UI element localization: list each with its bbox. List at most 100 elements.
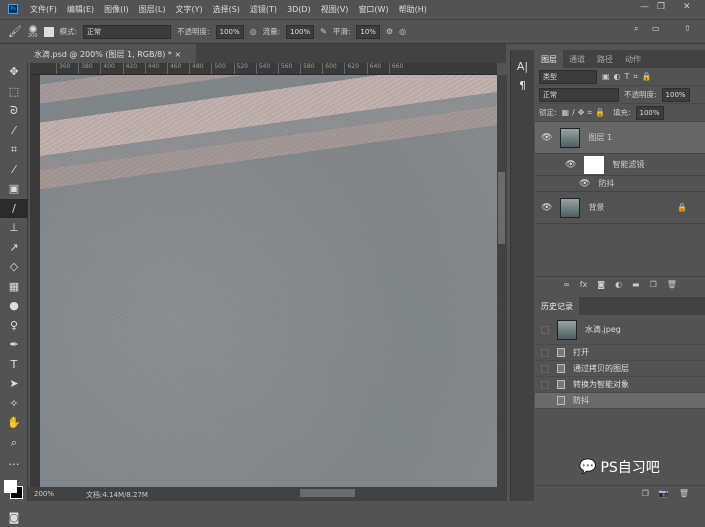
healing-brush-tool-icon[interactable]: ▣	[0, 179, 28, 199]
adjustment-icon[interactable]: ◐	[615, 280, 622, 289]
checkbox[interactable]	[541, 365, 549, 373]
filter-icons[interactable]: ▣◐T⌗🔒	[602, 72, 656, 82]
folder-icon[interactable]: ▬	[632, 280, 640, 289]
smooth-field[interactable]: 10%	[356, 25, 380, 39]
lasso-tool-icon[interactable]: ᘐ	[0, 101, 28, 121]
brush-settings-icon[interactable]	[44, 27, 54, 37]
history-item[interactable]: 通过拷贝的图层	[535, 361, 705, 377]
fx-icon[interactable]: fx	[580, 280, 588, 289]
eyedropper-tool-icon[interactable]: ⁄	[0, 160, 28, 180]
lock-icon: 🔒	[677, 203, 687, 212]
zoom-level[interactable]: 200%	[34, 490, 54, 498]
eye-icon[interactable]: 👁	[541, 203, 552, 213]
trash-icon[interactable]: 🗑	[679, 489, 689, 498]
tab-channels[interactable]: 通道	[563, 50, 591, 68]
menu-layer[interactable]: 图层(L)	[139, 4, 166, 15]
menu-3d[interactable]: 3D(D)	[287, 5, 311, 14]
type-tool-icon[interactable]: T	[0, 355, 28, 375]
history-item[interactable]: 转换为智能对象	[535, 377, 705, 393]
layer-row[interactable]: 👁背景🔒	[535, 192, 705, 224]
close-tab-button[interactable]: ×	[174, 50, 181, 59]
flow-field[interactable]: 100%	[286, 25, 314, 39]
dodge-tool-icon[interactable]: ♀	[0, 316, 28, 336]
history-brush-tool-icon[interactable]: ↗	[0, 238, 28, 258]
filter-row[interactable]: 👁防抖	[535, 176, 705, 192]
shape-tool-icon[interactable]: ✧	[0, 394, 28, 414]
move-tool-icon[interactable]: ✥	[0, 62, 28, 82]
eye-icon[interactable]: 👁	[565, 160, 576, 170]
magic-wand-tool-icon[interactable]: ⁄	[0, 121, 28, 141]
layer-filter-select[interactable]: 类型	[539, 70, 597, 84]
airbrush-icon[interactable]: ✎	[320, 27, 327, 36]
blur-tool-icon[interactable]: ●	[0, 296, 28, 316]
menu-image[interactable]: 图像(I)	[104, 4, 129, 15]
camera-icon[interactable]: 📷	[659, 489, 669, 498]
document-tab[interactable]: 水滴.psd @ 200% (图层 1, RGB/8) * ×	[28, 44, 196, 63]
marquee-tool-icon[interactable]: ⬚	[0, 82, 28, 102]
mode-select[interactable]: 正常	[83, 25, 171, 39]
brush-tool-icon[interactable]: /	[0, 199, 28, 219]
restore-button[interactable]: ❐	[657, 2, 665, 12]
menu-window[interactable]: 窗口(W)	[358, 4, 388, 15]
vertical-scroll-thumb[interactable]	[498, 172, 505, 244]
paragraph-panel-icon[interactable]: ¶	[511, 79, 534, 92]
history-item-active[interactable]: 防抖	[535, 393, 705, 409]
minimize-button[interactable]: —	[640, 2, 649, 12]
pen-tool-icon[interactable]: ✒	[0, 335, 28, 355]
checkbox[interactable]	[541, 397, 549, 405]
new-document-icon[interactable]: ❐	[642, 489, 649, 498]
link-icon[interactable]: ∞	[563, 280, 570, 289]
blend-mode-select[interactable]: 正常	[539, 88, 619, 102]
character-panel-icon[interactable]: A|	[511, 60, 534, 73]
smart-filter-row[interactable]: 👁智能滤镜	[535, 154, 705, 176]
layer-row[interactable]: 👁图层 1	[535, 122, 705, 154]
checkbox[interactable]	[541, 349, 549, 357]
workspace-icon[interactable]: ▭	[652, 24, 660, 33]
eye-icon[interactable]: 👁	[541, 133, 552, 143]
new-layer-icon[interactable]: ❐	[650, 280, 657, 289]
layers-panel: 图层 通道 路径 动作 类型▣◐T⌗🔒 正常不透明度:100% 锁定:▦/✥⌗🔒…	[535, 50, 705, 290]
path-selection-tool-icon[interactable]: ➤	[0, 374, 28, 394]
close-window-button[interactable]: ✕	[683, 2, 691, 12]
menu-select[interactable]: 选择(S)	[213, 4, 240, 15]
gear-icon[interactable]: ⚙	[386, 27, 393, 36]
more-tools-icon[interactable]: …	[0, 452, 28, 472]
history-snapshot[interactable]: 水滴.jpeg	[535, 315, 705, 345]
eye-icon[interactable]: 👁	[579, 179, 590, 189]
menu-type[interactable]: 文字(Y)	[175, 4, 202, 15]
checkbox[interactable]	[541, 326, 549, 334]
pressure-opacity-icon[interactable]: ◎	[250, 27, 257, 36]
stamp-tool-icon[interactable]: ⊥	[0, 218, 28, 238]
tab-paths[interactable]: 路径	[591, 50, 619, 68]
pressure-size-icon[interactable]: ◎	[399, 27, 406, 36]
crop-tool-icon[interactable]: ⌗	[0, 140, 28, 160]
tab-history[interactable]: 历史记录	[535, 297, 579, 315]
fill-field[interactable]: 100%	[636, 106, 664, 120]
share-icon[interactable]: ⇧	[684, 24, 691, 33]
color-swatches[interactable]	[0, 472, 27, 508]
checkbox[interactable]	[541, 381, 549, 389]
brush-preset-picker[interactable]: 200	[28, 25, 38, 39]
menu-view[interactable]: 视图(V)	[321, 4, 349, 15]
opacity-field[interactable]: 100%	[216, 25, 244, 39]
lock-icons[interactable]: ▦/✥⌗🔒	[562, 108, 608, 118]
menu-edit[interactable]: 编辑(E)	[67, 4, 94, 15]
eraser-tool-icon[interactable]: ◇	[0, 257, 28, 277]
menu-filter[interactable]: 滤镜(T)	[250, 4, 277, 15]
history-item[interactable]: 打开	[535, 345, 705, 361]
quick-mask-icon[interactable]: ◙	[0, 508, 28, 527]
layer-opacity-field[interactable]: 100%	[662, 88, 690, 102]
mask-icon[interactable]: ◙	[597, 280, 605, 289]
trash-icon[interactable]: 🗑	[667, 280, 677, 289]
horizontal-scroll-thumb[interactable]	[300, 489, 355, 497]
menu-file[interactable]: 文件(F)	[30, 4, 57, 15]
tab-layers[interactable]: 图层	[535, 50, 563, 68]
zoom-tool-icon[interactable]: ⌕	[0, 433, 28, 453]
vertical-scrollbar[interactable]	[497, 75, 507, 487]
gradient-tool-icon[interactable]: ▦	[0, 277, 28, 297]
tab-actions[interactable]: 动作	[619, 50, 647, 68]
search-icon[interactable]: ⌕	[634, 24, 638, 34]
menu-help[interactable]: 帮助(H)	[399, 4, 427, 15]
hand-tool-icon[interactable]: ✋	[0, 413, 28, 433]
brush-tool-icon[interactable]: 🖌	[8, 25, 22, 38]
